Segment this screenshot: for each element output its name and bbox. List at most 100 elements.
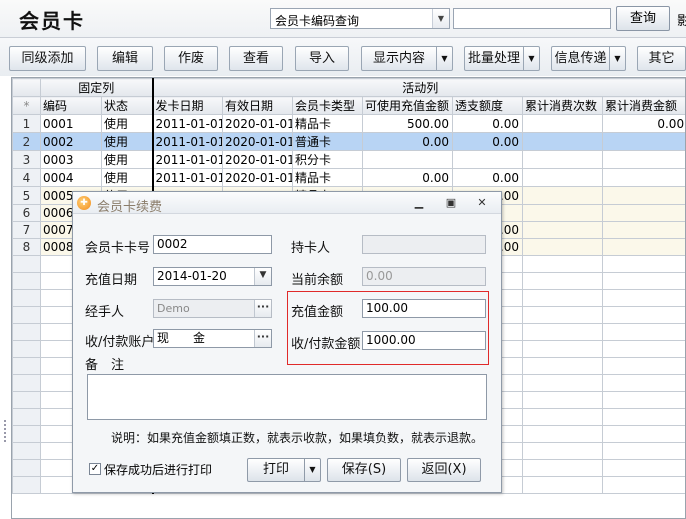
import-button[interactable]: 导入 xyxy=(295,46,349,71)
row-number-cell[interactable]: 7 xyxy=(12,221,41,239)
paid-field[interactable]: 1000.00 xyxy=(362,331,486,350)
chevron-down-icon[interactable]: ▼ xyxy=(523,47,539,70)
issue-date-cell[interactable]: 2011-01-01 xyxy=(152,132,224,151)
back-button[interactable]: 返回(X) xyxy=(407,458,481,482)
ellipsis-icon[interactable]: ··· xyxy=(254,330,271,347)
consume-amount-cell[interactable] xyxy=(602,204,685,222)
maximize-icon[interactable]: ▣ xyxy=(443,196,459,210)
row-number-cell[interactable]: 5 xyxy=(12,186,41,205)
star-column-header[interactable]: * xyxy=(12,96,41,115)
status-cell[interactable]: 使用 xyxy=(100,150,154,169)
handler-field[interactable]: Demo ··· xyxy=(153,299,272,318)
view-button[interactable]: 查看 xyxy=(229,46,283,71)
available-cell[interactable] xyxy=(362,150,454,169)
consume-count-cell[interactable] xyxy=(522,186,604,205)
overdraft-cell[interactable]: 0.00 xyxy=(452,114,524,133)
issue-date-cell[interactable]: 2011-01-01 xyxy=(152,168,224,187)
row-number-cell[interactable]: 6 xyxy=(12,204,41,222)
code-cell[interactable]: 0004 xyxy=(40,168,102,187)
close-icon[interactable]: ✕ xyxy=(474,196,490,210)
valid-date-cell[interactable]: 2020-01-01 xyxy=(222,114,294,133)
status-cell[interactable]: 使用 xyxy=(100,114,154,133)
card-type-cell[interactable]: 积分卡 xyxy=(292,150,364,169)
status-cell[interactable]: 使用 xyxy=(100,132,154,151)
consume-count-cell[interactable] xyxy=(522,168,604,187)
available-cell[interactable]: 0.00 xyxy=(362,168,454,187)
ellipsis-icon[interactable]: ··· xyxy=(254,300,271,317)
consume-count-cell[interactable] xyxy=(522,132,604,151)
issue-date-cell[interactable]: 2011-01-01 xyxy=(152,150,224,169)
consume-amount-cell[interactable] xyxy=(602,150,685,169)
row-number-cell[interactable]: 4 xyxy=(12,168,41,187)
overdraft-cell[interactable] xyxy=(452,150,524,169)
consume-count-cell[interactable] xyxy=(522,221,604,239)
code-cell[interactable]: 0002 xyxy=(40,132,102,151)
chevron-down-icon[interactable]: ▼ xyxy=(304,459,320,481)
print-after-save-label[interactable]: 保存成功后进行打印 xyxy=(104,461,212,478)
overdraft-cell[interactable]: 0.00 xyxy=(452,132,524,151)
status-cell[interactable]: 使用 xyxy=(100,168,154,187)
card-type-cell[interactable]: 普通卡 xyxy=(292,132,364,151)
valid-date-cell[interactable]: 2020-01-01 xyxy=(222,150,294,169)
column-header-issue-date[interactable]: 发卡日期 xyxy=(152,96,224,115)
account-field[interactable]: 现 金 ··· xyxy=(153,329,272,348)
column-header-overdraft[interactable]: 透支额度 xyxy=(452,96,524,115)
show-content-button[interactable]: 显示内容 ▼ xyxy=(361,46,453,71)
save-button[interactable]: 保存(S) xyxy=(327,458,401,482)
amount-field[interactable]: 100.00 xyxy=(362,299,486,318)
chevron-down-icon[interactable]: ▼ xyxy=(609,47,625,70)
batch-button[interactable]: 批量处理 ▼ xyxy=(464,46,540,71)
table-row[interactable]: 3 0003 使用 2011-01-01 2020-01-01 积分卡 xyxy=(12,150,685,169)
column-header-status[interactable]: 状态 xyxy=(100,96,154,115)
edit-button[interactable]: 编辑 xyxy=(97,46,153,71)
search-mode-select[interactable]: 会员卡编码查询 ▼ xyxy=(270,8,450,29)
available-cell[interactable]: 0.00 xyxy=(362,132,454,151)
consume-count-cell[interactable] xyxy=(522,204,604,222)
available-cell[interactable]: 500.00 xyxy=(362,114,454,133)
consume-amount-cell[interactable]: 0.00 xyxy=(602,114,685,133)
overdraft-cell[interactable]: 0.00 xyxy=(452,168,524,187)
consume-amount-cell[interactable] xyxy=(602,186,685,205)
search-input[interactable] xyxy=(453,8,611,29)
column-header-card-type[interactable]: 会员卡类型 xyxy=(292,96,364,115)
query-button[interactable]: 查询 xyxy=(616,6,670,31)
chevron-down-icon[interactable]: ▼ xyxy=(254,268,271,285)
row-number-cell[interactable]: 8 xyxy=(12,238,41,256)
consume-amount-cell[interactable] xyxy=(602,238,685,256)
minimize-icon[interactable]: ▁ xyxy=(411,196,427,210)
print-after-save-checkbox[interactable]: ✓ xyxy=(89,463,101,475)
row-number-cell[interactable]: 3 xyxy=(12,150,41,169)
void-button[interactable]: 作废 xyxy=(164,46,218,71)
column-header-code[interactable]: 编码 xyxy=(40,96,102,115)
same-level-add-button[interactable]: 同级添加 xyxy=(9,46,86,71)
header-extra-label[interactable]: 影 xyxy=(677,10,686,29)
card-type-cell[interactable]: 精品卡 xyxy=(292,114,364,133)
column-header-consume-count[interactable]: 累计消费次数 xyxy=(522,96,604,115)
code-cell[interactable]: 0003 xyxy=(40,150,102,169)
date-field[interactable]: 2014-01-20 ▼ xyxy=(153,267,272,286)
card-type-cell[interactable]: 精品卡 xyxy=(292,168,364,187)
print-button[interactable]: 打印 ▼ xyxy=(247,458,321,482)
splitter-handle[interactable] xyxy=(4,420,7,442)
row-number-cell[interactable]: 1 xyxy=(12,114,41,133)
table-row[interactable]: 4 0004 使用 2011-01-01 2020-01-01 精品卡 0.00 0.00 xyxy=(12,168,685,187)
other-button[interactable]: 其它 xyxy=(637,46,686,71)
consume-amount-cell[interactable] xyxy=(602,132,685,151)
chevron-down-icon[interactable]: ▼ xyxy=(436,47,452,70)
consume-count-cell[interactable] xyxy=(522,114,604,133)
consume-amount-cell[interactable] xyxy=(602,221,685,239)
table-row[interactable]: 1 0001 使用 2011-01-01 2020-01-01 精品卡 500.00 0.00… xyxy=(12,114,685,133)
memo-field[interactable] xyxy=(87,374,487,420)
consume-count-cell[interactable] xyxy=(522,238,604,256)
column-header-available[interactable]: 可使用充值金额 xyxy=(362,96,454,115)
column-header-valid-date[interactable]: 有效日期 xyxy=(222,96,294,115)
table-row[interactable]: 2 0002 使用 2011-01-01 2020-01-01 普通卡 0.00 0.00 xyxy=(12,132,685,151)
dialog-title-bar[interactable]: ✚ 会员卡续费 ▁ ▣ ✕ xyxy=(73,192,501,215)
chevron-down-icon[interactable]: ▼ xyxy=(432,9,449,28)
column-header-consume-amount[interactable]: 累计消费金额 xyxy=(602,96,685,115)
info-transfer-button[interactable]: 信息传递 ▼ xyxy=(551,46,626,71)
row-number-cell[interactable]: 2 xyxy=(12,132,41,151)
consume-count-cell[interactable] xyxy=(522,150,604,169)
code-cell[interactable]: 0001 xyxy=(40,114,102,133)
issue-date-cell[interactable]: 2011-01-01 xyxy=(152,114,224,133)
